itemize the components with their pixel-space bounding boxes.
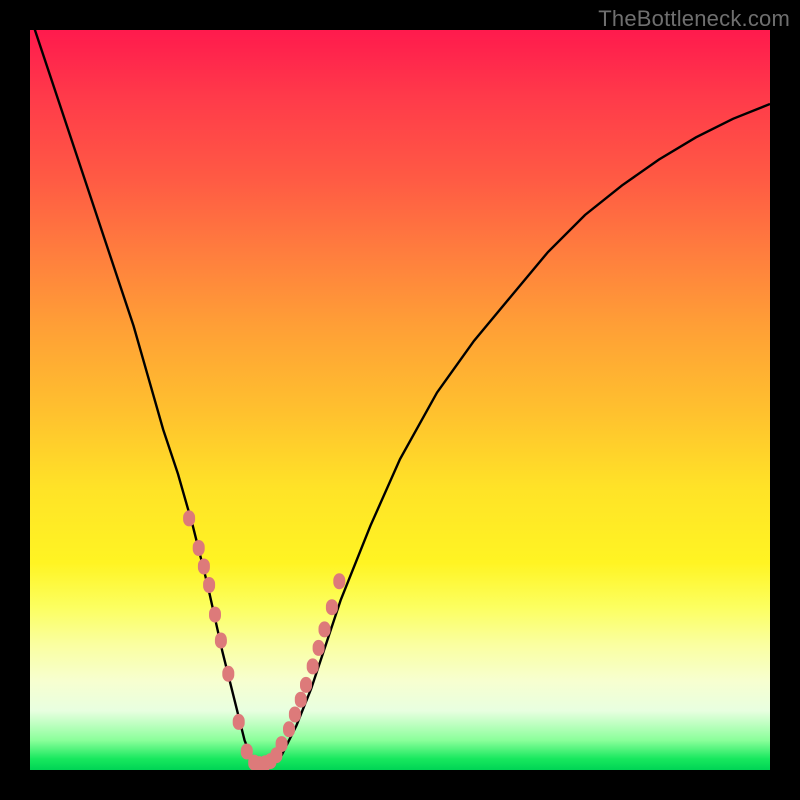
curve-marker xyxy=(307,658,319,674)
chart-plot-area xyxy=(30,30,770,770)
chart-frame: TheBottleneck.com xyxy=(0,0,800,800)
curve-marker xyxy=(319,621,331,637)
curve-marker xyxy=(283,721,295,737)
curve-marker xyxy=(222,666,234,682)
curve-marker xyxy=(295,692,307,708)
curve-marker xyxy=(203,577,215,593)
curve-marker xyxy=(233,714,245,730)
curve-marker xyxy=(183,510,195,526)
chart-svg xyxy=(30,30,770,770)
curve-marker xyxy=(209,607,221,623)
curve-marker xyxy=(289,707,301,723)
curve-marker xyxy=(193,540,205,556)
watermark-text: TheBottleneck.com xyxy=(598,6,790,32)
curve-marker xyxy=(326,599,338,615)
curve-marker xyxy=(215,633,227,649)
curve-marker xyxy=(313,640,325,656)
curve-marker xyxy=(333,573,345,589)
curve-marker xyxy=(300,677,312,693)
curve-marker xyxy=(276,736,288,752)
curve-marker xyxy=(198,559,210,575)
bottleneck-curve xyxy=(30,30,770,766)
marker-group xyxy=(183,510,345,770)
